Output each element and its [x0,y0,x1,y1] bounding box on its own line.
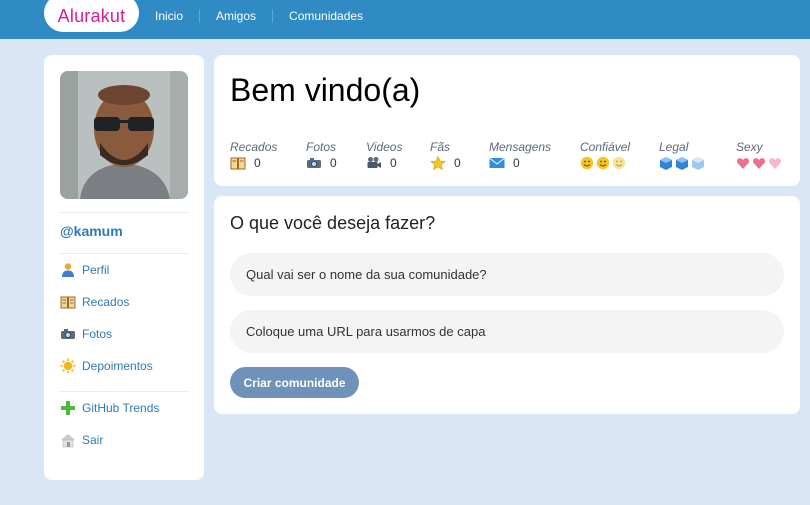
star-icon [430,156,446,170]
rating-label: Legal [659,140,689,154]
stat-value: 0 [330,156,337,170]
main-nav: Inicio Amigos Comunidades [139,8,379,24]
book-icon [230,157,246,170]
sidebar-item-sair[interactable]: Sair [60,431,103,449]
sidebar-item-label: Perfil [82,263,110,277]
stat-value: 0 [390,156,397,170]
sidebar-item-recados[interactable]: Recados [60,293,129,311]
sun-icon [60,358,76,374]
camera-icon [61,329,75,339]
create-community-card: O que você deseja fazer? Criar comunidad… [214,196,800,414]
welcome-card: Bem vindo(a) Recados 0 Fotos 0 Videos 0 … [214,55,800,186]
stat-label: Videos [366,140,403,154]
top-navigation-bar: Alurakut Inicio Amigos Comunidades [0,0,810,39]
rating-label: Sexy [736,140,763,154]
stat-fas[interactable]: Fãs 0 [430,140,461,170]
stat-fotos[interactable]: Fotos 0 [306,140,337,170]
stat-videos[interactable]: Videos 0 [366,140,402,170]
stat-label: Recados [230,140,278,154]
sidebar-item-label: Sair [82,433,104,447]
smiley-icon [580,156,626,170]
rating-legal[interactable]: Legal [659,140,707,170]
stat-label: Mensagens [489,140,552,154]
sidebar-item-label: Recados [82,295,130,309]
stat-label: Fotos [306,140,337,154]
sidebar-item-fotos[interactable]: Fotos [60,325,112,343]
plus-icon [61,401,75,415]
stat-value: 0 [454,156,461,170]
avatar[interactable] [60,71,188,199]
sidebar-item-perfil[interactable]: Perfil [60,261,109,279]
stat-mensagens[interactable]: Mensagens 0 [489,140,551,170]
create-community-button[interactable]: Criar comunidade [230,367,359,398]
house-icon [61,434,75,448]
camera-icon [307,158,321,168]
page-title: Bem vindo(a) [230,72,421,108]
stat-recados[interactable]: Recados 0 [230,140,277,170]
logo-text: Alurakut [57,5,126,26]
sidebar-item-label: Fotos [82,327,113,341]
cover-url-input[interactable] [230,310,784,353]
avatar-photo [60,71,188,199]
ice-cube-icon [660,157,704,170]
heart-icon [736,158,782,169]
rating-sexy[interactable]: Sexy [736,140,784,170]
nav-link-inicio[interactable]: Inicio [139,9,201,23]
sidebar-divider [60,253,188,254]
user-icon [62,263,74,277]
rating-label: Confiável [580,140,631,154]
profile-sidebar: @kamum Perfil Recados Fotos Depoimentos … [44,55,204,480]
rating-confiavel[interactable]: Confiável [580,140,630,170]
nav-link-amigos[interactable]: Amigos [200,9,274,23]
stat-value: 0 [513,156,520,170]
alurakut-logo[interactable]: Alurakut [44,0,139,32]
sidebar-item-depoimentos[interactable]: Depoimentos [60,357,153,375]
mail-icon [489,157,505,168]
sidebar-item-label: GitHub Trends [82,401,160,415]
community-name-input[interactable] [230,253,784,296]
profile-username-link[interactable]: @kamum [60,223,123,239]
profile-stats: Recados 0 Fotos 0 Videos 0 Fãs 0 Mensage… [230,140,790,172]
section-title: O que você deseja fazer? [230,213,436,233]
sidebar-item-github-trends[interactable]: GitHub Trends [60,399,159,417]
sidebar-divider [60,391,188,392]
sidebar-divider [60,212,188,213]
video-camera-icon [367,157,381,168]
book-icon [60,296,76,309]
sidebar-item-label: Depoimentos [82,359,153,373]
stat-label: Fãs [430,140,451,154]
stat-value: 0 [254,156,261,170]
nav-link-comunidades[interactable]: Comunidades [273,9,379,23]
